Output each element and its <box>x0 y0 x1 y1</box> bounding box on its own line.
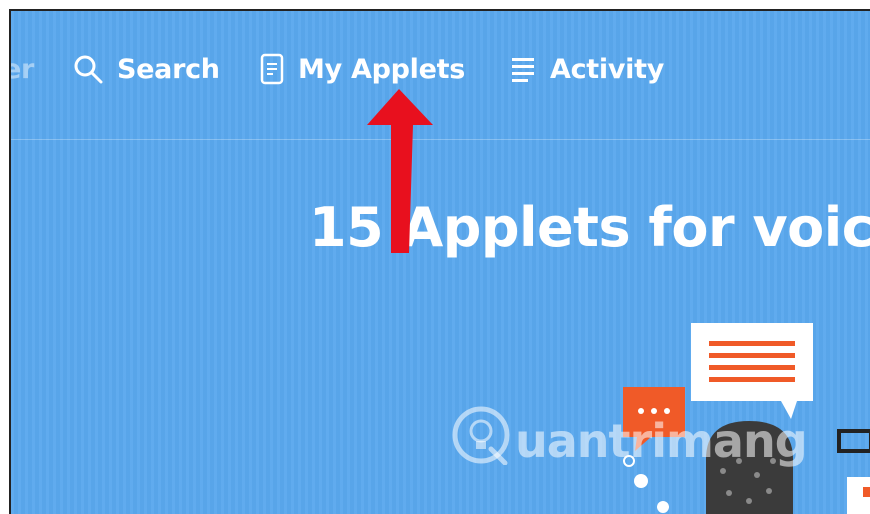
watermark: uantrimang <box>451 405 808 476</box>
nav-my-applets-label: My Applets <box>298 53 465 85</box>
red-arrow-annotation <box>367 89 433 253</box>
list-icon <box>512 56 536 82</box>
nav-search[interactable]: Search <box>73 49 220 89</box>
lightbulb-icon <box>451 405 511 476</box>
watermark-text: uantrimang <box>515 413 808 468</box>
nav-activity[interactable]: Activity <box>512 49 664 89</box>
nav-search-label: Search <box>117 53 220 85</box>
document-icon <box>260 53 284 85</box>
nav-item-partial[interactable]: er <box>11 49 35 89</box>
nav-item-partial-label: er <box>11 53 35 85</box>
nav-my-applets[interactable]: My Applets <box>260 49 465 89</box>
nav-activity-label: Activity <box>550 53 665 85</box>
search-icon <box>73 54 103 84</box>
page-frame: er Search My Applets <box>9 9 870 514</box>
